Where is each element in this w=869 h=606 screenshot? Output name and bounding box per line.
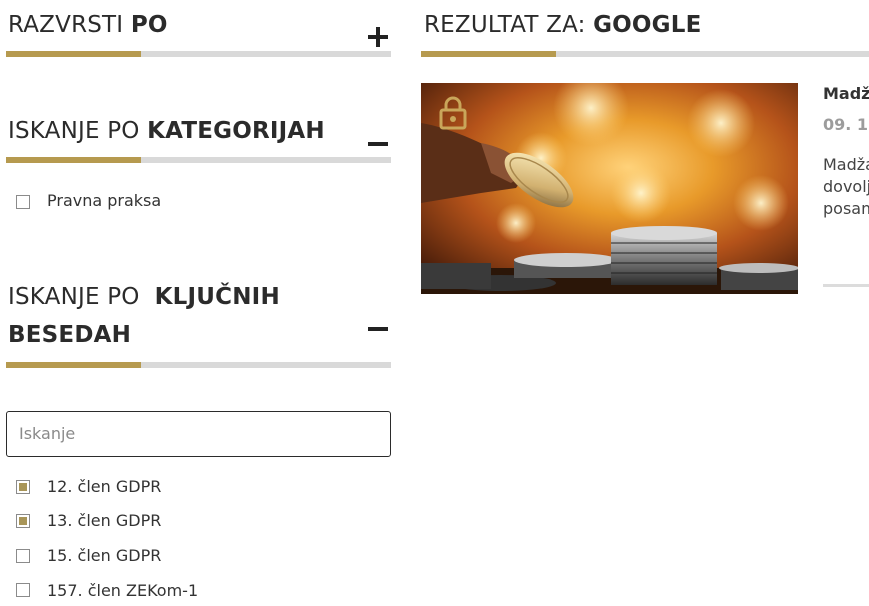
keyword-checkbox-15-clen-gdpr[interactable] <box>16 549 30 563</box>
minus-icon-bar <box>368 142 388 146</box>
keyword-checkbox-12-clen-gdpr[interactable] <box>16 480 30 494</box>
result-excerpt-line: Madža <box>823 155 869 174</box>
keyword-search-input[interactable] <box>7 412 369 454</box>
categories-heading: ISKANJE PO KATEGORIJAH <box>8 112 325 150</box>
results-heading: REZULTAT ZA: GOOGLE <box>424 6 702 44</box>
results-heading-bold: GOOGLE <box>593 12 702 38</box>
categories-heading-bold: KATEGORIJAH <box>147 118 325 144</box>
sort-heading: RAZVRSTI PO <box>8 6 168 44</box>
plus-icon-vertical <box>376 27 380 47</box>
result-divider <box>823 284 869 287</box>
lock-icon <box>439 96 467 130</box>
result-excerpt-line: dovolj <box>823 177 869 196</box>
minus-icon-bar <box>368 327 388 331</box>
result-date: 09. 12 <box>823 115 869 134</box>
result-thumbnail[interactable] <box>421 83 798 294</box>
results-heading-underline <box>421 51 869 57</box>
keywords-heading-underline <box>6 362 391 368</box>
keywords-heading-bold-line1: KLJUČNIH <box>154 284 280 310</box>
result-excerpt-line: posam <box>823 199 869 218</box>
keyword-search-box <box>6 411 391 457</box>
keyword-checkbox-157-clen-zekom-1[interactable] <box>16 583 30 597</box>
result-title[interactable]: Madža <box>823 84 869 103</box>
minus-icon[interactable] <box>368 134 388 154</box>
keywords-heading-bold-line2: BESEDAH <box>8 322 132 348</box>
categories-heading-underline <box>6 157 391 163</box>
keyword-checkbox-13-clen-gdpr[interactable] <box>16 514 30 528</box>
result-excerpt: Madža dovolj posam <box>823 154 869 220</box>
categories-heading-light: ISKANJE PO <box>8 118 140 144</box>
keywords-heading: ISKANJE PO KLJUČNIH BESEDAH <box>8 278 280 354</box>
keywords-heading-light: ISKANJE PO <box>8 284 140 310</box>
sort-heading-underline <box>6 51 391 57</box>
keyword-label-157-clen-zekom-1: 157. člen ZEKom-1 <box>47 581 199 600</box>
keyword-label-13-clen-gdpr: 13. člen GDPR <box>47 511 162 530</box>
keyword-label-15-clen-gdpr: 15. člen GDPR <box>47 546 162 565</box>
results-heading-light: REZULTAT ZA: <box>424 12 586 38</box>
minus-icon[interactable] <box>368 319 388 339</box>
plus-icon[interactable] <box>368 27 388 47</box>
coins-photo <box>421 83 798 294</box>
keyword-label-12-clen-gdpr: 12. člen GDPR <box>47 477 162 496</box>
sort-heading-light: RAZVRSTI <box>8 12 124 38</box>
sort-heading-bold: PO <box>130 12 168 38</box>
category-label-pravna-praksa: Pravna praksa <box>47 191 162 210</box>
category-checkbox-pravna-praksa[interactable] <box>16 195 30 209</box>
